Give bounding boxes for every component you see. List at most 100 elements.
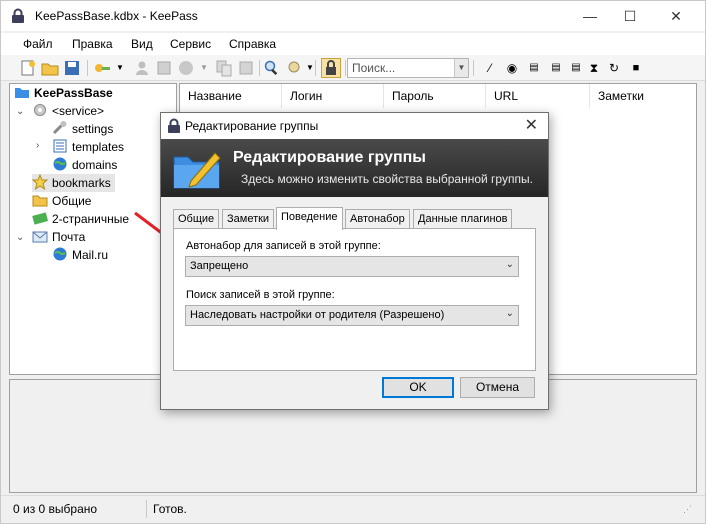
keepass-window: KeePassBase.kdbx - KeePass — ☐ ✕ Файл Пр… bbox=[0, 0, 706, 524]
keyboard-3-icon[interactable]: ▤ bbox=[567, 59, 585, 77]
window-title: KeePassBase.kdbx - KeePass bbox=[35, 9, 198, 23]
add-entry-dropdown-icon[interactable]: ▼ bbox=[111, 59, 129, 77]
folder-icon bbox=[32, 195, 48, 207]
tree-item-bookmarks[interactable]: bookmarks bbox=[32, 174, 115, 192]
hourglass-icon[interactable]: ⧗ bbox=[585, 59, 603, 77]
tree-root-label: KeePassBase bbox=[34, 86, 113, 100]
dialog-title: Редактирование группы bbox=[185, 119, 319, 133]
list-document-icon bbox=[53, 139, 67, 153]
star-icon bbox=[32, 174, 48, 190]
sync-icon[interactable]: ↻ bbox=[605, 59, 623, 77]
column-header-notes[interactable]: Заметки bbox=[590, 84, 696, 108]
folder-pencil-icon bbox=[173, 152, 221, 189]
url-dropdown-icon[interactable]: ▼ bbox=[195, 59, 213, 77]
banner-subtitle: Здесь можно изменить свойства выбранной … bbox=[241, 172, 533, 186]
menu-file[interactable]: Файл bbox=[23, 37, 53, 51]
add-entry-key-icon[interactable] bbox=[93, 59, 111, 77]
toolbar-separator bbox=[345, 60, 346, 76]
menu-edit[interactable]: Правка bbox=[72, 37, 113, 51]
dialog-title-bar: Редактирование группы ✕ bbox=[161, 113, 548, 139]
tree-item-settings[interactable]: settings bbox=[52, 120, 113, 138]
keyboard-2-icon[interactable]: ▤ bbox=[547, 59, 565, 77]
tree-item-service[interactable]: <service> bbox=[32, 102, 104, 120]
column-header-login[interactable]: Логин bbox=[282, 84, 384, 108]
globe-icon bbox=[53, 247, 67, 261]
keepass-lock-icon bbox=[12, 8, 24, 23]
column-header-title[interactable]: Название bbox=[180, 84, 282, 108]
search-dropdown-icon[interactable]: ▼ bbox=[454, 59, 468, 77]
globe-icon bbox=[53, 157, 67, 171]
wrench-icon bbox=[52, 121, 67, 135]
tree-item-label: bookmarks bbox=[52, 176, 111, 190]
tab-plugin-data[interactable]: Данные плагинов bbox=[413, 209, 513, 229]
tab-general[interactable]: Общие bbox=[173, 209, 220, 229]
column-header-url[interactable]: URL bbox=[486, 84, 590, 108]
tree-item-label: Почта bbox=[52, 230, 86, 244]
search-placeholder: Поиск... bbox=[352, 61, 396, 75]
status-state: Готов. bbox=[153, 502, 187, 516]
expand-chevron-icon[interactable]: › bbox=[36, 140, 39, 151]
tab-notes[interactable]: Заметки bbox=[222, 209, 275, 229]
envelope-icon bbox=[32, 231, 48, 243]
cancel-button[interactable]: Отмена bbox=[460, 377, 535, 398]
banner-title: Редактирование группы bbox=[233, 149, 426, 166]
tree-item-mailru[interactable]: Mail.ru bbox=[52, 246, 108, 264]
delete-entry-icon[interactable] bbox=[237, 59, 255, 77]
tree-item-mail[interactable]: Почта bbox=[32, 228, 85, 246]
show-password-eye-icon[interactable]: ◉ bbox=[503, 59, 521, 77]
lock-workspace-icon[interactable] bbox=[321, 58, 341, 78]
tree-root-keepassbase[interactable]: KeePassBase bbox=[14, 84, 113, 102]
dialog-close-button[interactable]: ✕ bbox=[525, 115, 538, 135]
find-magnifier-icon[interactable] bbox=[263, 59, 281, 77]
search-label: Поиск записей в этой группе: bbox=[186, 289, 335, 301]
menu-view[interactable]: Вид bbox=[131, 37, 153, 51]
ok-button[interactable]: OK bbox=[382, 377, 454, 398]
tree-item-two-page[interactable]: 2-страничные bbox=[32, 210, 129, 228]
toolbar-separator bbox=[87, 60, 88, 76]
maximize-button[interactable]: ☐ bbox=[607, 1, 653, 31]
status-separator bbox=[146, 500, 147, 518]
tab-autotype[interactable]: Автонабор bbox=[345, 209, 410, 229]
tree-item-label: domains bbox=[72, 158, 118, 172]
behavior-tab-panel: Автонабор для записей в этой группе: Зап… bbox=[173, 228, 536, 371]
generate-password-icon[interactable]: ⁄ bbox=[481, 59, 499, 77]
menu-help[interactable]: Справка bbox=[229, 37, 276, 51]
open-folder-icon[interactable] bbox=[41, 59, 59, 77]
chevron-down-icon: ⌄ bbox=[505, 259, 514, 270]
chevron-down-icon: ⌄ bbox=[505, 308, 514, 319]
keyboard-icon[interactable]: ▤ bbox=[525, 59, 543, 77]
status-selection: 0 из 0 выбрано bbox=[13, 502, 98, 516]
copy-entry-icon[interactable] bbox=[215, 59, 233, 77]
new-database-icon[interactable] bbox=[19, 59, 37, 77]
tree-item-label: Общие bbox=[52, 194, 92, 208]
tree-item-templates[interactable]: templates bbox=[52, 138, 124, 156]
lock-small-icon[interactable]: ■ bbox=[627, 59, 645, 77]
keepass-lock-icon bbox=[168, 118, 180, 133]
search-select[interactable]: Наследовать настройки от родителя (Разре… bbox=[185, 305, 519, 326]
gear-icon bbox=[34, 104, 46, 116]
column-header-password[interactable]: Пароль bbox=[384, 84, 486, 108]
open-url-icon[interactable] bbox=[177, 59, 195, 77]
tab-behavior[interactable]: Поведение bbox=[276, 207, 343, 230]
resize-grip-icon[interactable]: ⋰ bbox=[683, 504, 692, 515]
toolbar-separator bbox=[315, 60, 316, 76]
save-icon[interactable] bbox=[63, 59, 81, 77]
copy-username-icon[interactable] bbox=[133, 59, 151, 77]
tree-item-domains[interactable]: domains bbox=[52, 156, 117, 174]
tree-item-label: Mail.ru bbox=[72, 248, 109, 262]
collapse-chevron-icon[interactable]: ⌄ bbox=[16, 106, 24, 117]
sort-dropdown-icon[interactable]: ▼ bbox=[301, 59, 319, 77]
copy-password-icon[interactable] bbox=[155, 59, 173, 77]
menu-tools[interactable]: Сервис bbox=[170, 37, 211, 51]
autotype-select[interactable]: Запрещено ⌄ bbox=[185, 256, 519, 277]
close-window-button[interactable]: ✕ bbox=[653, 1, 699, 31]
money-icon bbox=[32, 212, 48, 225]
quick-search-input[interactable]: Поиск... ▼ bbox=[347, 58, 469, 78]
tree-item-label: 2-страничные bbox=[52, 212, 130, 226]
tree-item-general[interactable]: Общие bbox=[32, 192, 91, 210]
tree-item-label: settings bbox=[72, 122, 114, 136]
dialog-banner: Редактирование группы Здесь можно измени… bbox=[161, 139, 548, 197]
edit-group-dialog: Редактирование группы ✕ Редактирование г… bbox=[160, 112, 549, 410]
toolbar-separator bbox=[259, 60, 260, 76]
collapse-chevron-icon[interactable]: ⌄ bbox=[16, 232, 24, 243]
